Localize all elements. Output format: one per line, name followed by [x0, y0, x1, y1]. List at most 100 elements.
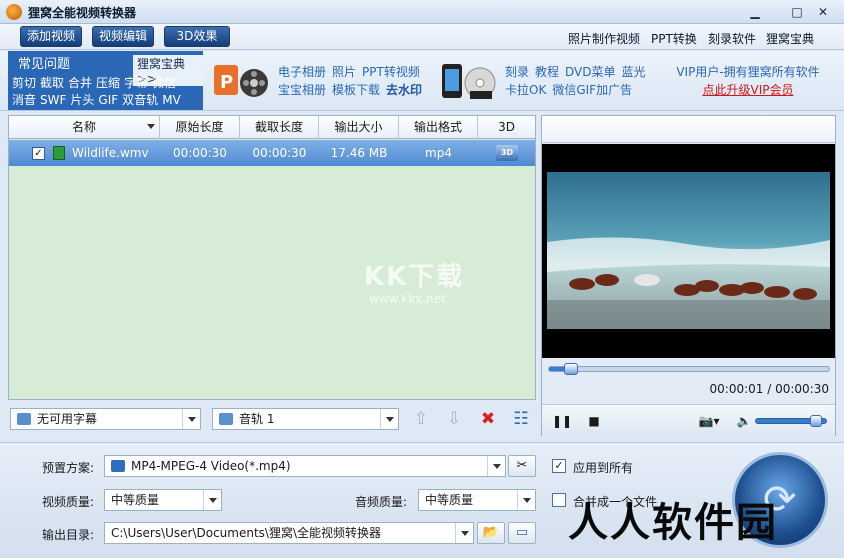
faq-link-intro[interactable]: 片头	[70, 93, 94, 107]
table-row[interactable]: ✓ Wildlife.wmv 00:00:30 00:00:30 17.46 M…	[9, 140, 535, 166]
col-original-length[interactable]: 原始长度	[160, 116, 240, 139]
minimize-button[interactable]: ▁	[744, 3, 766, 21]
merge-checkbox[interactable]	[552, 493, 566, 507]
link-karaoke[interactable]: 卡拉OK	[505, 83, 546, 97]
link-ppt-video[interactable]: PPT转视频	[362, 65, 420, 79]
faq-link-wechat[interactable]: 微信	[152, 76, 176, 90]
vip-box: VIP用户-拥有狸窝所有软件 点此升级VIP会员	[658, 63, 838, 99]
chevron-down-icon[interactable]	[182, 409, 200, 429]
chevron-down-icon[interactable]	[487, 456, 505, 476]
file-name: Wildlife.wmv	[72, 146, 149, 160]
chevron-down-icon[interactable]	[203, 490, 221, 510]
video-player[interactable]	[542, 144, 835, 358]
ad-banner: 常见问题 狸窝宝典>> 剪切 截取 合并 压缩 字幕 微信 消音 SWF 片头 GIF 双音轨 MV…	[0, 51, 844, 111]
faq-link-mute[interactable]: 消音	[12, 93, 36, 107]
close-button[interactable]: ✕	[812, 3, 834, 21]
seek-handle[interactable]	[564, 363, 578, 375]
maximize-button[interactable]: □	[786, 3, 808, 21]
clear-list-button[interactable]: ☷	[510, 408, 532, 430]
faq-link-gif[interactable]: GIF	[98, 93, 118, 107]
svg-text:P: P	[220, 72, 233, 93]
col-output-format[interactable]: 输出格式	[399, 116, 478, 139]
audio-quality-value: 中等质量	[425, 493, 474, 507]
delete-button[interactable]: ✖	[477, 408, 499, 430]
link-tutorial[interactable]: 教程	[535, 65, 559, 79]
apply-all-checkbox[interactable]: ✓	[552, 459, 566, 473]
faq-link-compress[interactable]: 压缩	[96, 76, 120, 90]
site-watermark: 人人软件园	[568, 500, 778, 546]
audio-track-value: 音轨 1	[239, 412, 275, 426]
col-output-size[interactable]: 输出大小	[319, 116, 399, 139]
link-template-download[interactable]: 模板下载	[332, 83, 380, 97]
ppt-film-icon[interactable]: P	[212, 61, 270, 101]
kk-watermark: KK下载	[364, 262, 465, 292]
volume-handle[interactable]	[810, 415, 822, 427]
link-bluray[interactable]: 蓝光	[622, 65, 646, 79]
playback-controls: ❚❚ ■ 📷▾ 🔈	[542, 404, 835, 436]
output-dir-select[interactable]: C:\Users\User\Documents\狸窝\全能视频转换器	[104, 522, 474, 544]
open-folder-button[interactable]: ▭	[508, 522, 536, 544]
link-dvd-menu[interactable]: DVD菜单	[565, 65, 615, 79]
pause-button[interactable]: ❚❚	[552, 412, 572, 430]
video-edit-button[interactable]: 视频编辑	[92, 26, 155, 47]
link-e-album[interactable]: 电子相册	[278, 65, 326, 79]
link-baby-album[interactable]: 宝宝相册	[278, 83, 326, 97]
col-name[interactable]: 名称	[9, 116, 160, 139]
audio-quality-select[interactable]: 中等质量	[418, 489, 536, 511]
volume-icon[interactable]: 🔈	[735, 412, 753, 430]
liwo-guide-link[interactable]: 狸窝宝典	[766, 30, 814, 47]
video-quality-label: 视频质量:	[42, 495, 95, 509]
chevron-down-icon[interactable]	[380, 409, 398, 429]
faq-link-dual-audio[interactable]: 双音轨	[122, 93, 158, 107]
photo-video-link[interactable]: 照片制作视频	[568, 30, 640, 47]
seek-bar[interactable]	[548, 363, 830, 375]
output-dir-value: C:\Users\User\Documents\狸窝\全能视频转换器	[111, 526, 382, 540]
faq-title[interactable]: 常见问题	[18, 53, 70, 72]
3d-effect-button[interactable]: 3D效果	[164, 26, 230, 47]
link-photo[interactable]: 照片	[332, 65, 356, 79]
link-remove-watermark[interactable]: 去水印	[386, 83, 422, 97]
audio-quality-label: 音频质量:	[355, 495, 408, 509]
photo-links: 电子相册 照片 PPT转视频 宝宝相册 模板下载 去水印	[278, 63, 428, 99]
output-format: mp4	[425, 146, 452, 160]
video-quality-select[interactable]: 中等质量	[104, 489, 222, 511]
faq-link-swf[interactable]: SWF	[40, 93, 66, 107]
faq-link-subtitle[interactable]: 字幕	[124, 76, 148, 90]
chevron-down-icon[interactable]	[517, 490, 535, 510]
browse-folder-button[interactable]: 📂	[477, 522, 505, 544]
move-up-button[interactable]: ⇧	[410, 408, 432, 430]
file-list[interactable]: 名称 原始长度 截取长度 输出大小 输出格式 3D ✓ Wildlife.wmv…	[8, 115, 536, 400]
audio-track-select[interactable]: 音轨 1	[212, 408, 399, 430]
snapshot-button[interactable]: 📷▾	[692, 412, 726, 430]
title-bar: 狸窝全能视频转换器 ▁ □ ✕	[0, 0, 844, 24]
link-wechat-gif[interactable]: 微信GIF加广告	[552, 83, 632, 97]
faq-link-mv[interactable]: MV	[162, 93, 181, 107]
faq-link-merge[interactable]: 合并	[68, 76, 92, 90]
phone-dvd-icon[interactable]	[440, 61, 498, 101]
preset-select[interactable]: MP4-MPEG-4 Video(*.mp4)	[104, 455, 506, 477]
move-down-button[interactable]: ⇩	[443, 408, 465, 430]
add-video-button[interactable]: 添加视频	[20, 26, 83, 47]
preset-settings-button[interactable]: ✂	[508, 455, 536, 477]
faq-link-cut[interactable]: 剪切	[12, 76, 36, 90]
apply-all-label: 应用到所有	[573, 461, 634, 475]
ppt-convert-link[interactable]: PPT转换	[651, 30, 697, 47]
row-checkbox[interactable]: ✓	[32, 147, 45, 160]
col-clip-length[interactable]: 截取长度	[240, 116, 319, 139]
original-length: 00:00:30	[173, 146, 227, 160]
stop-button[interactable]: ■	[585, 412, 603, 430]
subtitle-select[interactable]: 无可用字幕	[10, 408, 201, 430]
3d-toggle-icon[interactable]: 3D	[496, 145, 518, 161]
faq-link-clip[interactable]: 截取	[40, 76, 64, 90]
preview-header	[542, 116, 835, 143]
link-burn[interactable]: 刻录	[505, 65, 529, 79]
app-title: 狸窝全能视频转换器	[28, 6, 137, 20]
audio-track-icon	[219, 413, 233, 425]
mp4-format-icon	[111, 460, 125, 472]
vip-text: VIP用户-拥有狸窝所有软件	[676, 65, 820, 79]
col-3d[interactable]: 3D	[478, 116, 535, 139]
burn-software-link[interactable]: 刻录软件	[708, 30, 756, 47]
chevron-down-icon[interactable]	[455, 523, 473, 543]
volume-slider[interactable]	[755, 415, 827, 427]
vip-upgrade-link[interactable]: 点此升级VIP会员	[658, 81, 838, 99]
